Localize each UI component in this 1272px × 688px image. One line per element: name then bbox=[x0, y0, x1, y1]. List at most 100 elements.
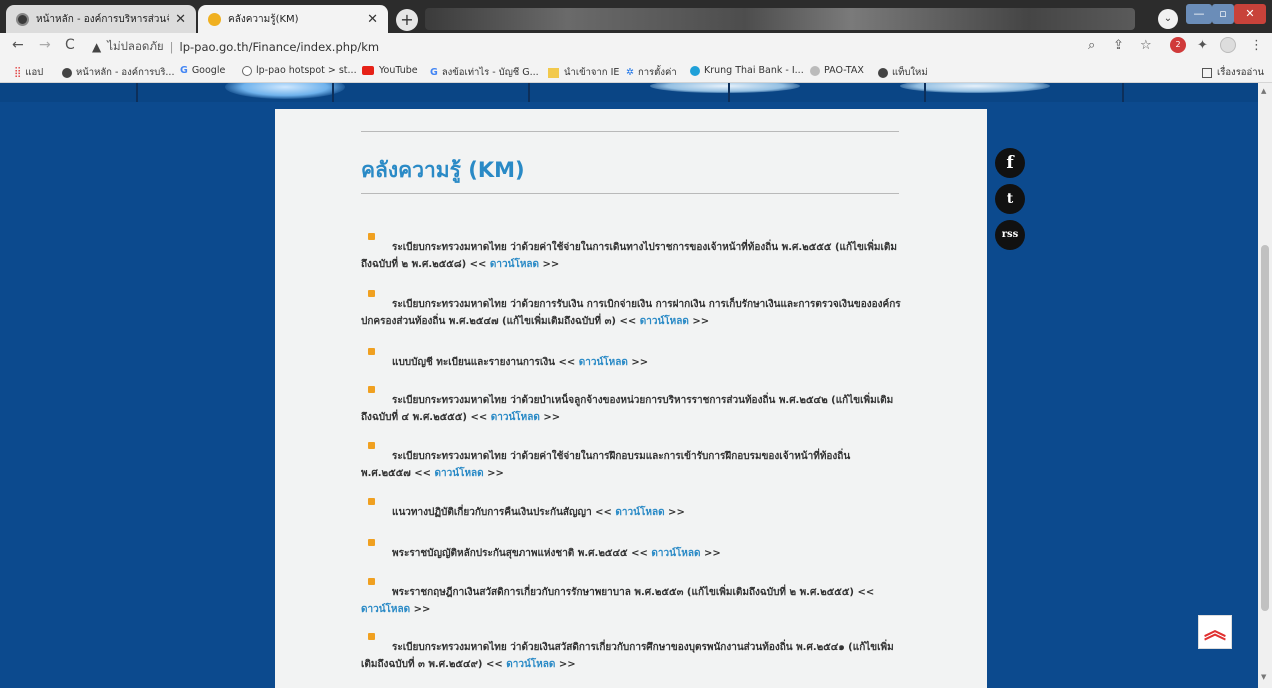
close-icon[interactable]: ✕ bbox=[367, 12, 378, 27]
bookmark-pao-tax[interactable]: PAO-TAX bbox=[810, 65, 864, 76]
download-link[interactable]: ดาวน์โหลด bbox=[435, 468, 484, 479]
bookmark-label: Google bbox=[191, 65, 226, 76]
bullet-icon bbox=[368, 633, 375, 640]
menu-icon[interactable]: ⋮ bbox=[1250, 38, 1263, 53]
blurred-area bbox=[425, 8, 1135, 30]
extension-icon[interactable]: 2 bbox=[1170, 37, 1186, 53]
download-link[interactable]: ดาวน์โหลด bbox=[640, 316, 689, 327]
reading-list-icon bbox=[1202, 67, 1212, 78]
bullet-icon bbox=[368, 233, 375, 240]
site-favicon-icon bbox=[208, 12, 221, 26]
document-title: แนวทางปฏิบัติเกี่ยวกับการคืนเงินประกันสั… bbox=[392, 507, 592, 518]
puzzle-icon[interactable]: ✦ bbox=[1197, 38, 1208, 53]
facebook-icon[interactable]: f bbox=[995, 148, 1025, 178]
document-title: ระเบียบกระทรวงมหาดไทย ว่าด้วยค่าใช้จ่ายใ… bbox=[361, 242, 897, 270]
back-icon[interactable]: ← bbox=[12, 37, 24, 53]
tab-strip: หน้าหลัก - องค์การบริหารส่วนจังหวัด ✕ คล… bbox=[0, 0, 1272, 33]
site-favicon-icon bbox=[16, 12, 29, 26]
bookmark-label: การตั้งค่า bbox=[637, 67, 677, 78]
twitter-icon[interactable]: t bbox=[995, 184, 1025, 214]
bookmark-label: หน้าหลัก - องค์การบริ... bbox=[76, 67, 175, 78]
menu-divider bbox=[528, 83, 530, 102]
tab-km[interactable]: คลังความรู้(KM) ✕ bbox=[198, 5, 388, 33]
download-link[interactable]: ดาวน์โหลด bbox=[490, 259, 539, 270]
minimize-button[interactable]: — bbox=[1186, 4, 1212, 24]
list-item: แนวทางปฏิบัติเกี่ยวกับการคืนเงินประกันสั… bbox=[361, 498, 901, 521]
bookmark-label: นำเข้าจาก IE bbox=[564, 67, 620, 78]
list-item: พระราชบัญญัติหลักประกันสุขภาพแห่งชาติ พ.… bbox=[361, 539, 901, 562]
list-item: พระราชกฤษฎีกาเงินสวัสดิการเกี่ยวกับการรั… bbox=[361, 578, 901, 618]
bookmark-label: lp-pao hotspot > st... bbox=[256, 65, 357, 76]
tab-search-icon[interactable]: ⌄ bbox=[1158, 9, 1178, 29]
bookmark-youtube[interactable]: YouTube bbox=[362, 65, 418, 76]
content-panel: คลังความรู้ (KM) ระเบียบกระทรวงมหาดไทย ว… bbox=[275, 109, 987, 688]
folder-icon bbox=[548, 67, 559, 78]
list-item: ระเบียบกระทรวงมหาดไทย ว่าด้วยบำเหน็จลูกจ… bbox=[361, 386, 901, 426]
scroll-down-icon[interactable]: ▼ bbox=[1261, 673, 1266, 681]
bullet-icon bbox=[368, 442, 375, 449]
google-icon: G bbox=[180, 65, 188, 76]
bookmark-label: PAO-TAX bbox=[824, 65, 864, 76]
bookmark-label: แท็บใหม่ bbox=[892, 67, 928, 78]
download-link[interactable]: ดาวน์โหลด bbox=[506, 659, 555, 670]
rss-icon[interactable]: rss bbox=[995, 220, 1025, 250]
bookmark-label: ลงข้อเท่าไร - บัญชี G... bbox=[441, 67, 539, 78]
bookmark-gaccount[interactable]: G ลงข้อเท่าไร - บัญชี G... bbox=[430, 65, 539, 80]
list-item: ระเบียบกระทรวงมหาดไทย ว่าด้วยค่าใช้จ่ายใ… bbox=[361, 442, 901, 482]
download-link[interactable]: ดาวน์โหลด bbox=[651, 548, 700, 559]
banner-glow bbox=[225, 83, 345, 99]
list-item: แบบบัญชี ทะเบียนและรายงานการเงิน << ดาวน… bbox=[361, 348, 901, 371]
scrollbar-thumb[interactable] bbox=[1261, 245, 1269, 611]
close-icon[interactable]: ✕ bbox=[175, 12, 186, 27]
reload-icon[interactable]: C bbox=[65, 37, 75, 53]
page-title: คลังความรู้ (KM) bbox=[361, 158, 525, 182]
bookmark-apps[interactable]: ⣿ แอป bbox=[14, 65, 43, 80]
scrollbar[interactable]: ▲ ▼ bbox=[1258, 83, 1272, 688]
avatar[interactable] bbox=[1220, 37, 1236, 53]
bookmark-import-ie[interactable]: นำเข้าจาก IE bbox=[548, 65, 619, 80]
address-bar[interactable]: ▲ ไม่ปลอดภัย | lp-pao.go.th/Finance/inde… bbox=[92, 36, 1082, 58]
bullet-icon bbox=[368, 386, 375, 393]
download-link[interactable]: ดาวน์โหลด bbox=[361, 604, 410, 615]
bookmark-settings[interactable]: ✲ การตั้งค่า bbox=[626, 65, 677, 80]
star-icon[interactable]: ☆ bbox=[1140, 38, 1152, 53]
divider: | bbox=[169, 40, 174, 54]
youtube-icon bbox=[362, 66, 374, 75]
header-banner bbox=[0, 83, 1258, 102]
list-item: ระเบียบกระทรวงมหาดไทย ว่าด้วยการรับเงิน … bbox=[361, 290, 901, 330]
bullet-icon bbox=[368, 498, 375, 505]
menu-divider bbox=[924, 83, 926, 102]
warning-icon: ▲ bbox=[92, 40, 102, 54]
bookmark-label: แอป bbox=[25, 67, 44, 78]
share-icon[interactable]: ⇪ bbox=[1113, 38, 1124, 53]
reading-list-label: เรื่องรออ่าน bbox=[1217, 67, 1265, 78]
list-item: ระเบียบกระทรวงมหาดไทย ว่าด้วยค่าใช้จ่ายใ… bbox=[361, 233, 901, 273]
download-link[interactable]: ดาวน์โหลด bbox=[491, 412, 540, 423]
menu-divider bbox=[332, 83, 334, 102]
gear-icon: ✲ bbox=[626, 67, 634, 78]
tab-home[interactable]: หน้าหลัก - องค์การบริหารส่วนจังหวัด ✕ bbox=[6, 5, 196, 33]
bookmark-google[interactable]: G Google bbox=[180, 65, 225, 76]
bookmark-ktb[interactable]: Krung Thai Bank - I... bbox=[690, 65, 804, 76]
bookmark-label: Krung Thai Bank - I... bbox=[704, 65, 804, 76]
download-link[interactable]: ดาวน์โหลด bbox=[579, 357, 628, 368]
download-link[interactable]: ดาวน์โหลด bbox=[615, 507, 664, 518]
bookmarks-bar: ⣿ แอป หน้าหลัก - องค์การบริ... G Google … bbox=[0, 61, 1272, 83]
zoom-icon[interactable]: ⌕ bbox=[1088, 38, 1095, 53]
bookmark-label: YouTube bbox=[379, 65, 418, 76]
bookmark-home[interactable]: หน้าหลัก - องค์การบริ... bbox=[62, 65, 174, 80]
new-tab-button[interactable]: + bbox=[396, 9, 418, 31]
reading-list[interactable]: เรื่องรออ่าน bbox=[1202, 65, 1264, 80]
maximize-button[interactable]: ▫ bbox=[1212, 4, 1234, 24]
web-page: คลังความรู้ (KM) ระเบียบกระทรวงมหาดไทย ว… bbox=[0, 83, 1258, 688]
document-title: ระเบียบกระทรวงมหาดไทย ว่าด้วยบำเหน็จลูกจ… bbox=[361, 395, 894, 423]
scroll-up-icon[interactable]: ▲ bbox=[1261, 87, 1266, 95]
forward-icon[interactable]: → bbox=[39, 37, 51, 53]
bookmark-hotspot[interactable]: lp-pao hotspot > st... bbox=[242, 65, 357, 76]
apps-grid-icon: ⣿ bbox=[14, 67, 22, 78]
toolbar: ← → C ▲ ไม่ปลอดภัย | lp-pao.go.th/Financ… bbox=[0, 33, 1272, 61]
back-to-top-button[interactable]: ︽ bbox=[1198, 615, 1232, 649]
close-window-button[interactable]: ✕ bbox=[1234, 4, 1266, 24]
bookmark-newtab[interactable]: แท็บใหม่ bbox=[878, 65, 928, 80]
menu-divider bbox=[136, 83, 138, 102]
